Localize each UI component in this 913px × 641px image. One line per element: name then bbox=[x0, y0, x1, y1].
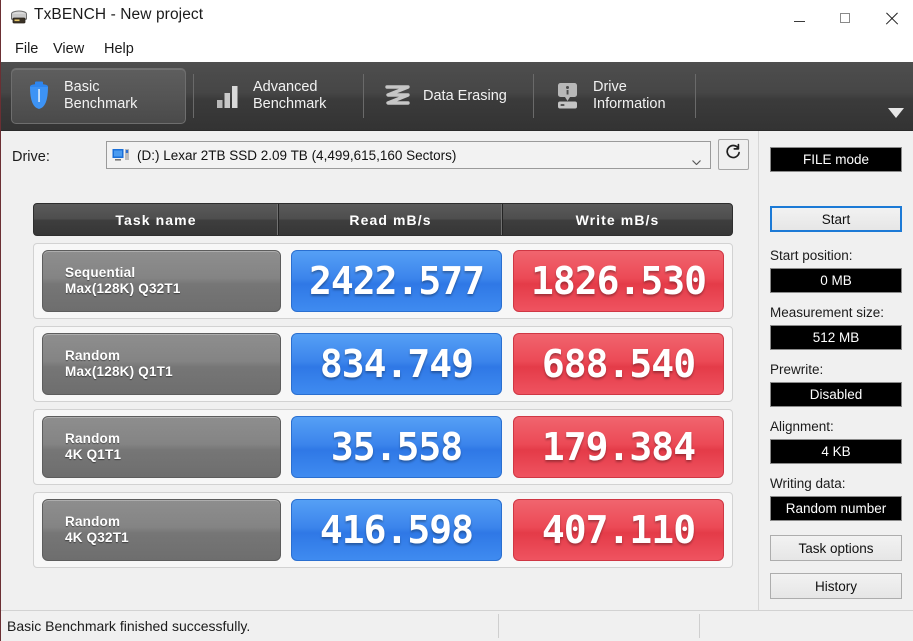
prewrite-value[interactable]: Disabled bbox=[770, 382, 902, 407]
read-value: 35.558 bbox=[290, 416, 502, 478]
tab-label-drive-information: Drive Information bbox=[593, 79, 666, 112]
tab-drive-information[interactable]: Drive Information bbox=[541, 68, 691, 124]
tab-advanced-benchmark[interactable]: Advanced Benchmark bbox=[201, 68, 356, 124]
task-name-line1: Random bbox=[65, 348, 121, 363]
close-button[interactable] bbox=[868, 0, 913, 36]
task-name-line1: Sequential bbox=[65, 265, 136, 280]
writing-data-label: Writing data: bbox=[770, 476, 846, 491]
table-row: Random 4K Q32T1 416.598 407.110 bbox=[33, 492, 733, 568]
read-value: 834.749 bbox=[290, 333, 502, 395]
task-name-line2: Max(128K) Q32T1 bbox=[65, 281, 181, 296]
menu-item-view[interactable]: View bbox=[47, 39, 90, 59]
tab-label-advanced-benchmark: Advanced Benchmark bbox=[253, 79, 327, 112]
drive-dropdown[interactable]: (D:) Lexar 2TB SSD 2.09 TB (4,499,615,16… bbox=[106, 141, 711, 169]
tab-label-data-erasing: Data Erasing bbox=[423, 87, 507, 104]
write-value: 688.540 bbox=[513, 333, 725, 395]
task-name-line1: Random bbox=[65, 514, 121, 529]
measurement-size-label: Measurement size: bbox=[770, 305, 885, 320]
maximize-button[interactable] bbox=[822, 0, 868, 36]
column-header-task-name: Task name bbox=[115, 211, 197, 228]
scribble-erase-icon bbox=[383, 80, 413, 112]
task-name-line1: Random bbox=[65, 431, 121, 446]
column-header-write: Write mB/s bbox=[502, 204, 732, 235]
table-row: Random 4K Q1T1 35.558 179.384 bbox=[33, 409, 733, 485]
menu-bar: File View Help bbox=[1, 36, 913, 62]
tab-separator bbox=[695, 74, 696, 118]
status-divider bbox=[498, 614, 499, 638]
stopwatch-icon bbox=[24, 80, 54, 112]
status-message: Basic Benchmark finished successfully. bbox=[7, 618, 251, 634]
file-mode-button[interactable]: FILE mode bbox=[770, 147, 902, 172]
disk-drive-icon bbox=[112, 148, 130, 162]
benchmark-results-table: Task name Read mB/s Write mB/s Sequentia… bbox=[33, 203, 733, 568]
drive-selected-value: (D:) Lexar 2TB SSD 2.09 TB (4,499,615,16… bbox=[137, 147, 457, 163]
start-position-label: Start position: bbox=[770, 248, 853, 263]
tab-basic-benchmark[interactable]: Basic Benchmark bbox=[11, 68, 186, 124]
task-button[interactable]: Random 4K Q32T1 bbox=[42, 499, 281, 561]
start-button[interactable]: Start bbox=[770, 206, 902, 232]
measurement-size-value[interactable]: 512 MB bbox=[770, 325, 902, 350]
tab-separator bbox=[193, 74, 194, 118]
tab-bar: Basic Benchmark Advanced Benchmark Data … bbox=[1, 62, 913, 131]
task-name-line2: Max(128K) Q1T1 bbox=[65, 364, 173, 379]
minimize-icon bbox=[793, 20, 805, 22]
window-title: TxBENCH - New project bbox=[34, 6, 204, 23]
drive-info-icon bbox=[553, 80, 583, 112]
write-value: 1826.530 bbox=[513, 250, 725, 312]
chevron-down-icon bbox=[692, 152, 701, 166]
txbench-window: TxBENCH - New project File View Help Bas… bbox=[0, 0, 913, 641]
options-sidebar: FILE mode Start Start position: 0 MB Mea… bbox=[758, 131, 913, 611]
alignment-value[interactable]: 4 KB bbox=[770, 439, 902, 464]
menu-item-help[interactable]: Help bbox=[98, 39, 140, 59]
tab-separator bbox=[533, 74, 534, 118]
read-value: 2422.577 bbox=[290, 250, 502, 312]
status-divider bbox=[699, 614, 700, 638]
task-name-line2: 4K Q32T1 bbox=[65, 530, 129, 545]
task-button[interactable]: Sequential Max(128K) Q32T1 bbox=[42, 250, 281, 312]
status-bar: Basic Benchmark finished successfully. bbox=[1, 610, 913, 641]
table-row: Sequential Max(128K) Q32T1 2422.577 1826… bbox=[33, 243, 733, 319]
menu-item-file[interactable]: File bbox=[9, 39, 44, 59]
refresh-icon bbox=[724, 143, 743, 167]
bar-chart-icon bbox=[213, 80, 243, 112]
maximize-icon bbox=[840, 13, 850, 23]
table-row: Random Max(128K) Q1T1 834.749 688.540 bbox=[33, 326, 733, 402]
task-button[interactable]: Random 4K Q1T1 bbox=[42, 416, 281, 478]
minimize-button[interactable] bbox=[776, 0, 822, 36]
write-value: 179.384 bbox=[513, 416, 725, 478]
alignment-label: Alignment: bbox=[770, 419, 834, 434]
tab-data-erasing[interactable]: Data Erasing bbox=[371, 68, 526, 124]
close-icon bbox=[885, 12, 898, 25]
start-position-value[interactable]: 0 MB bbox=[770, 268, 902, 293]
write-value: 407.110 bbox=[513, 499, 725, 561]
tab-separator bbox=[363, 74, 364, 118]
task-button[interactable]: Random Max(128K) Q1T1 bbox=[42, 333, 281, 395]
results-header-row: Task name Read mB/s Write mB/s bbox=[33, 203, 733, 236]
chevron-down-icon[interactable] bbox=[888, 108, 904, 118]
refresh-drives-button[interactable] bbox=[718, 139, 749, 170]
writing-data-value[interactable]: Random number bbox=[770, 496, 902, 521]
tab-label-basic-benchmark: Basic Benchmark bbox=[64, 79, 138, 112]
prewrite-label: Prewrite: bbox=[770, 362, 824, 377]
task-name-line2: 4K Q1T1 bbox=[65, 447, 122, 462]
app-disk-icon bbox=[10, 9, 28, 26]
title-bar: TxBENCH - New project bbox=[1, 0, 913, 37]
window-controls bbox=[776, 0, 913, 36]
column-header-read: Read mB/s bbox=[278, 204, 502, 235]
drive-label: Drive: bbox=[12, 149, 50, 165]
history-button[interactable]: History bbox=[770, 573, 902, 599]
read-value: 416.598 bbox=[290, 499, 502, 561]
task-options-button[interactable]: Task options bbox=[770, 535, 902, 561]
